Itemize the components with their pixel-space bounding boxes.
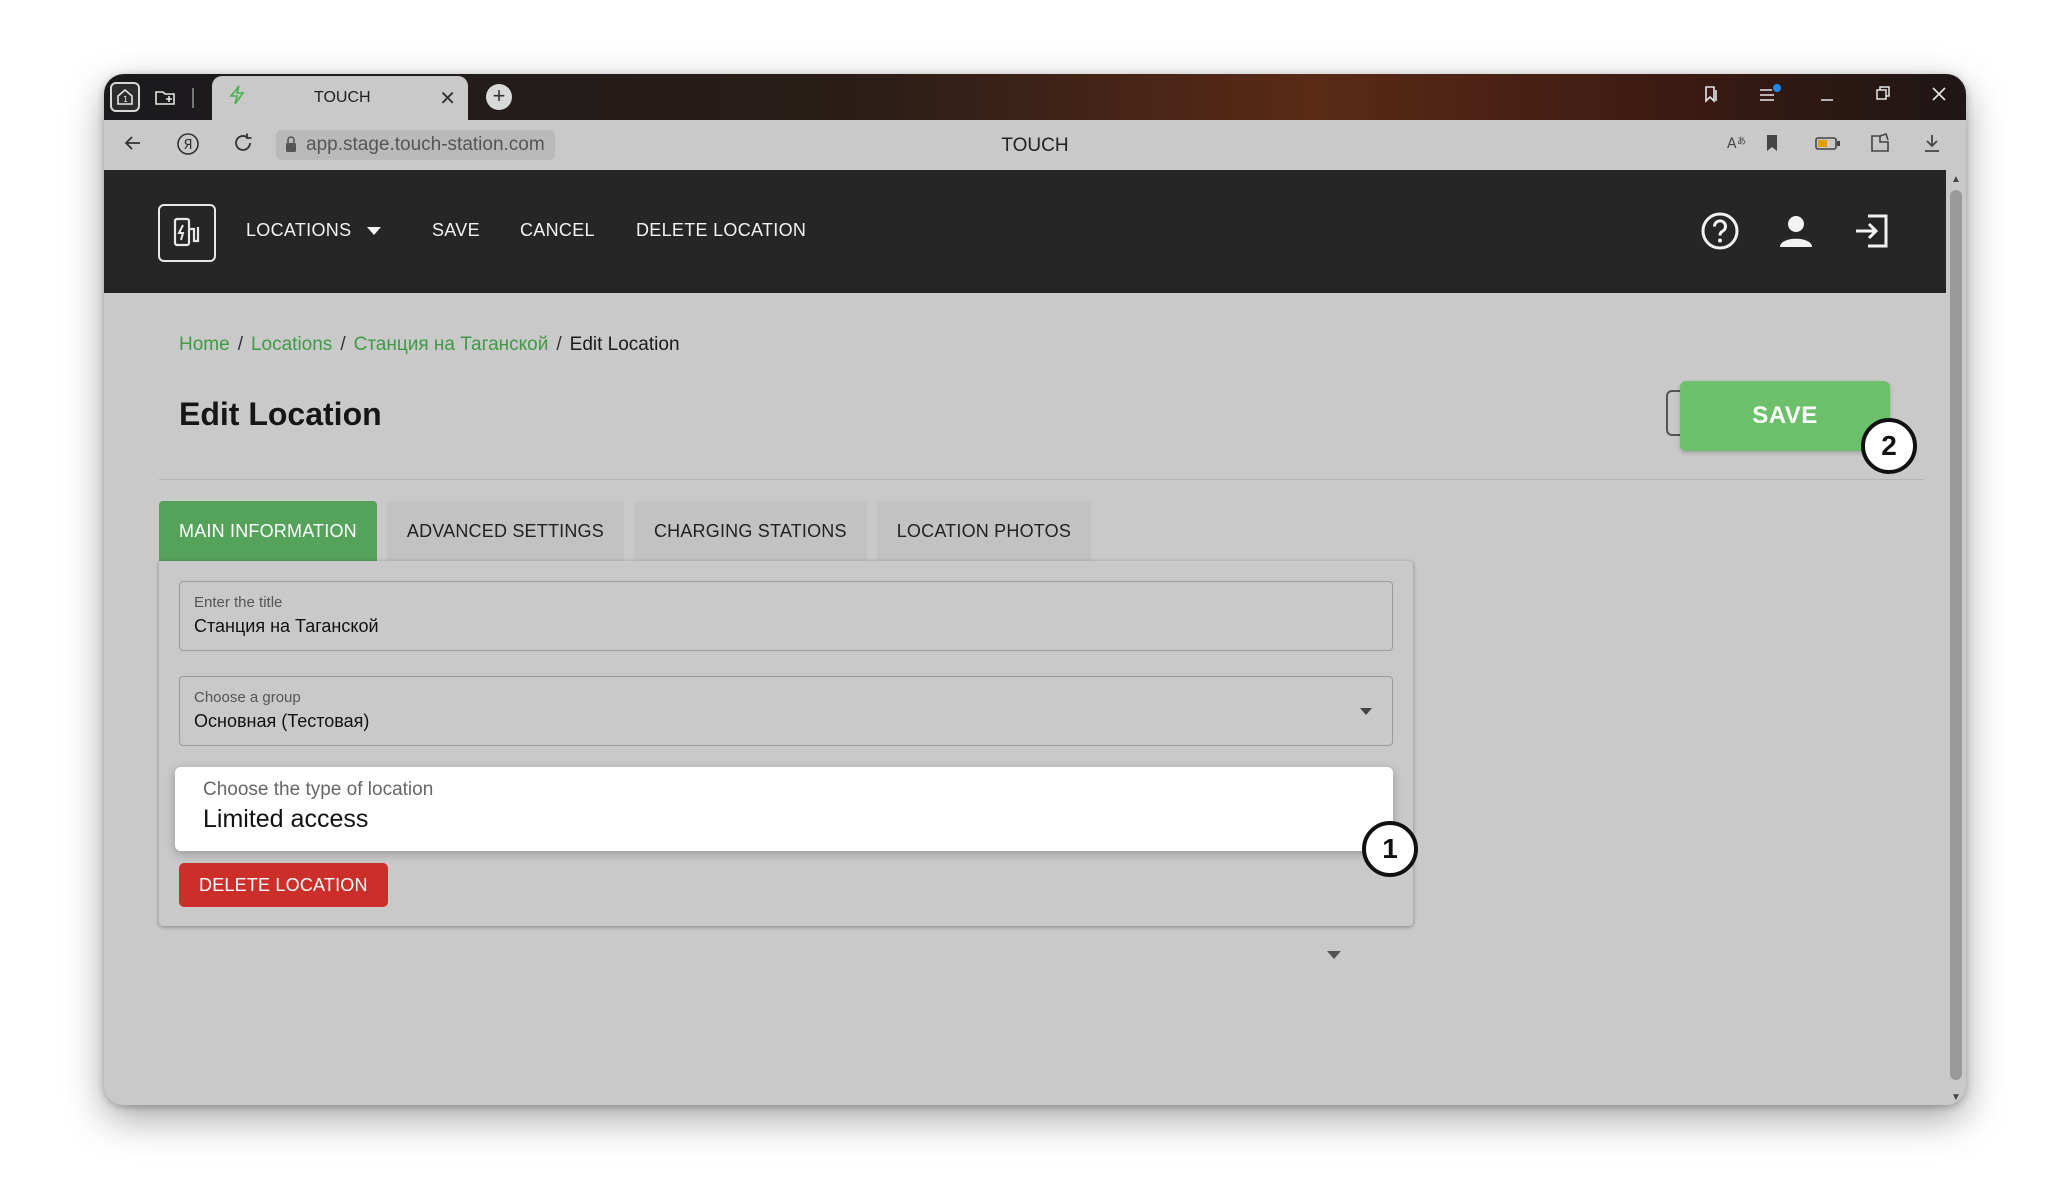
download-icon[interactable] bbox=[1922, 132, 1942, 160]
touch-logo-icon[interactable] bbox=[158, 204, 216, 262]
location-type-select[interactable]: Choose the type of location Limited acce… bbox=[175, 767, 1393, 851]
tab-groups-icon[interactable] bbox=[150, 82, 180, 112]
page-scrollbar[interactable]: ▲ ▼ bbox=[1946, 170, 1966, 1105]
browser-tab-touch[interactable]: TOUCH ✕ bbox=[212, 76, 468, 120]
scroll-up-icon[interactable]: ▲ bbox=[1951, 174, 1961, 185]
header-divider bbox=[159, 479, 1924, 480]
svg-text:あ: あ bbox=[1737, 136, 1746, 147]
save-button[interactable]: SAVE bbox=[1680, 381, 1890, 451]
breadcrumb-separator: / bbox=[237, 334, 243, 355]
svg-text:A: A bbox=[1727, 136, 1737, 152]
group-select[interactable]: Choose a group Основная (Тестовая) bbox=[179, 676, 1393, 746]
group-select-label: Choose a group bbox=[194, 689, 301, 706]
logout-icon[interactable] bbox=[1851, 210, 1893, 252]
new-tab-plus-icon[interactable]: + bbox=[486, 84, 512, 110]
tab-strip-separator bbox=[192, 88, 194, 108]
breadcrumb-home[interactable]: Home bbox=[179, 334, 230, 355]
breadcrumb-station[interactable]: Станция на Таганской bbox=[354, 334, 549, 355]
bookmark-icon[interactable] bbox=[1764, 132, 1780, 160]
nav-locations-dropdown[interactable]: LOCATIONS bbox=[246, 220, 382, 241]
close-icon[interactable]: ✕ bbox=[439, 86, 456, 111]
caret-down-icon bbox=[1327, 951, 1341, 959]
step-badge-2: 2 bbox=[1861, 418, 1917, 474]
scroll-down-icon[interactable]: ▼ bbox=[1951, 1092, 1961, 1103]
browser-tab-title: TOUCH bbox=[314, 89, 371, 106]
page-title: Edit Location bbox=[179, 396, 382, 432]
delete-location-button[interactable]: DELETE LOCATION bbox=[179, 863, 388, 907]
breadcrumb-separator: / bbox=[340, 334, 346, 355]
title-input-label: Enter the title bbox=[194, 594, 283, 611]
tab-main-information[interactable]: MAIN INFORMATION bbox=[159, 501, 377, 561]
svg-text:1: 1 bbox=[123, 95, 128, 104]
app-navbar: LOCATIONS SAVE CANCEL DELETE LOCATION bbox=[104, 170, 1946, 293]
breadcrumb-locations[interactable]: Locations bbox=[251, 334, 332, 355]
close-window-icon[interactable] bbox=[1930, 84, 1948, 110]
breadcrumb: Home / Locations / Станция на Таганской / Edit… bbox=[179, 334, 680, 356]
tab-advanced-settings[interactable]: ADVANCED SETTINGS bbox=[386, 501, 624, 561]
address-bar: Я app.stage.touch-station.com TOUCH Aあ bbox=[104, 120, 1966, 170]
tab-charging-stations[interactable]: CHARGING STATIONS bbox=[633, 501, 867, 561]
translate-icon[interactable]: Aあ bbox=[1726, 132, 1748, 160]
page-viewport: LOCATIONS SAVE CANCEL DELETE LOCATION Ho… bbox=[104, 170, 1946, 1105]
nav-cancel-button[interactable]: CANCEL bbox=[520, 220, 595, 241]
bookmarks-icon[interactable] bbox=[1702, 84, 1720, 110]
browser-window: 1 TOUCH ✕ + Я app.stage.touch-station.co… bbox=[104, 74, 1966, 1105]
nav-delete-location-button[interactable]: DELETE LOCATION bbox=[636, 220, 806, 241]
breadcrumb-current: Edit Location bbox=[569, 334, 680, 355]
menu-icon[interactable] bbox=[1758, 84, 1782, 110]
main-information-card: Enter the title Станция на Таганской Cho… bbox=[159, 561, 1413, 926]
user-account-icon[interactable] bbox=[1775, 210, 1817, 252]
group-select-value: Основная (Тестовая) bbox=[194, 711, 370, 731]
nav-locations-label: LOCATIONS bbox=[246, 220, 352, 240]
restore-icon[interactable] bbox=[1874, 84, 1892, 110]
title-input[interactable]: Enter the title Станция на Таганской bbox=[179, 581, 1393, 651]
title-input-value: Станция на Таганской bbox=[194, 616, 379, 636]
location-type-label: Choose the type of location bbox=[203, 779, 434, 800]
browser-tab-strip: 1 TOUCH ✕ + bbox=[104, 74, 1966, 120]
help-icon[interactable] bbox=[1699, 210, 1741, 252]
lightning-icon bbox=[226, 85, 248, 111]
step-badge-1: 1 bbox=[1362, 821, 1418, 877]
caret-down-icon bbox=[1360, 708, 1372, 715]
tab-location-photos[interactable]: LOCATION PHOTOS bbox=[876, 501, 1092, 561]
caret-down-icon bbox=[367, 227, 382, 236]
nav-save-button[interactable]: SAVE bbox=[432, 220, 480, 241]
breadcrumb-separator: / bbox=[556, 334, 562, 355]
extensions-icon[interactable] bbox=[1868, 132, 1892, 160]
location-type-value: Limited access bbox=[203, 805, 369, 833]
section-tabs: MAIN INFORMATION ADVANCED SETTINGS CHARG… bbox=[159, 501, 1092, 561]
minimize-icon[interactable] bbox=[1818, 84, 1836, 110]
home-icon[interactable]: 1 bbox=[110, 82, 140, 112]
address-page-title: TOUCH bbox=[1001, 135, 1069, 156]
scrollbar-thumb[interactable] bbox=[1950, 190, 1962, 1080]
battery-saver-icon[interactable] bbox=[1814, 132, 1842, 160]
